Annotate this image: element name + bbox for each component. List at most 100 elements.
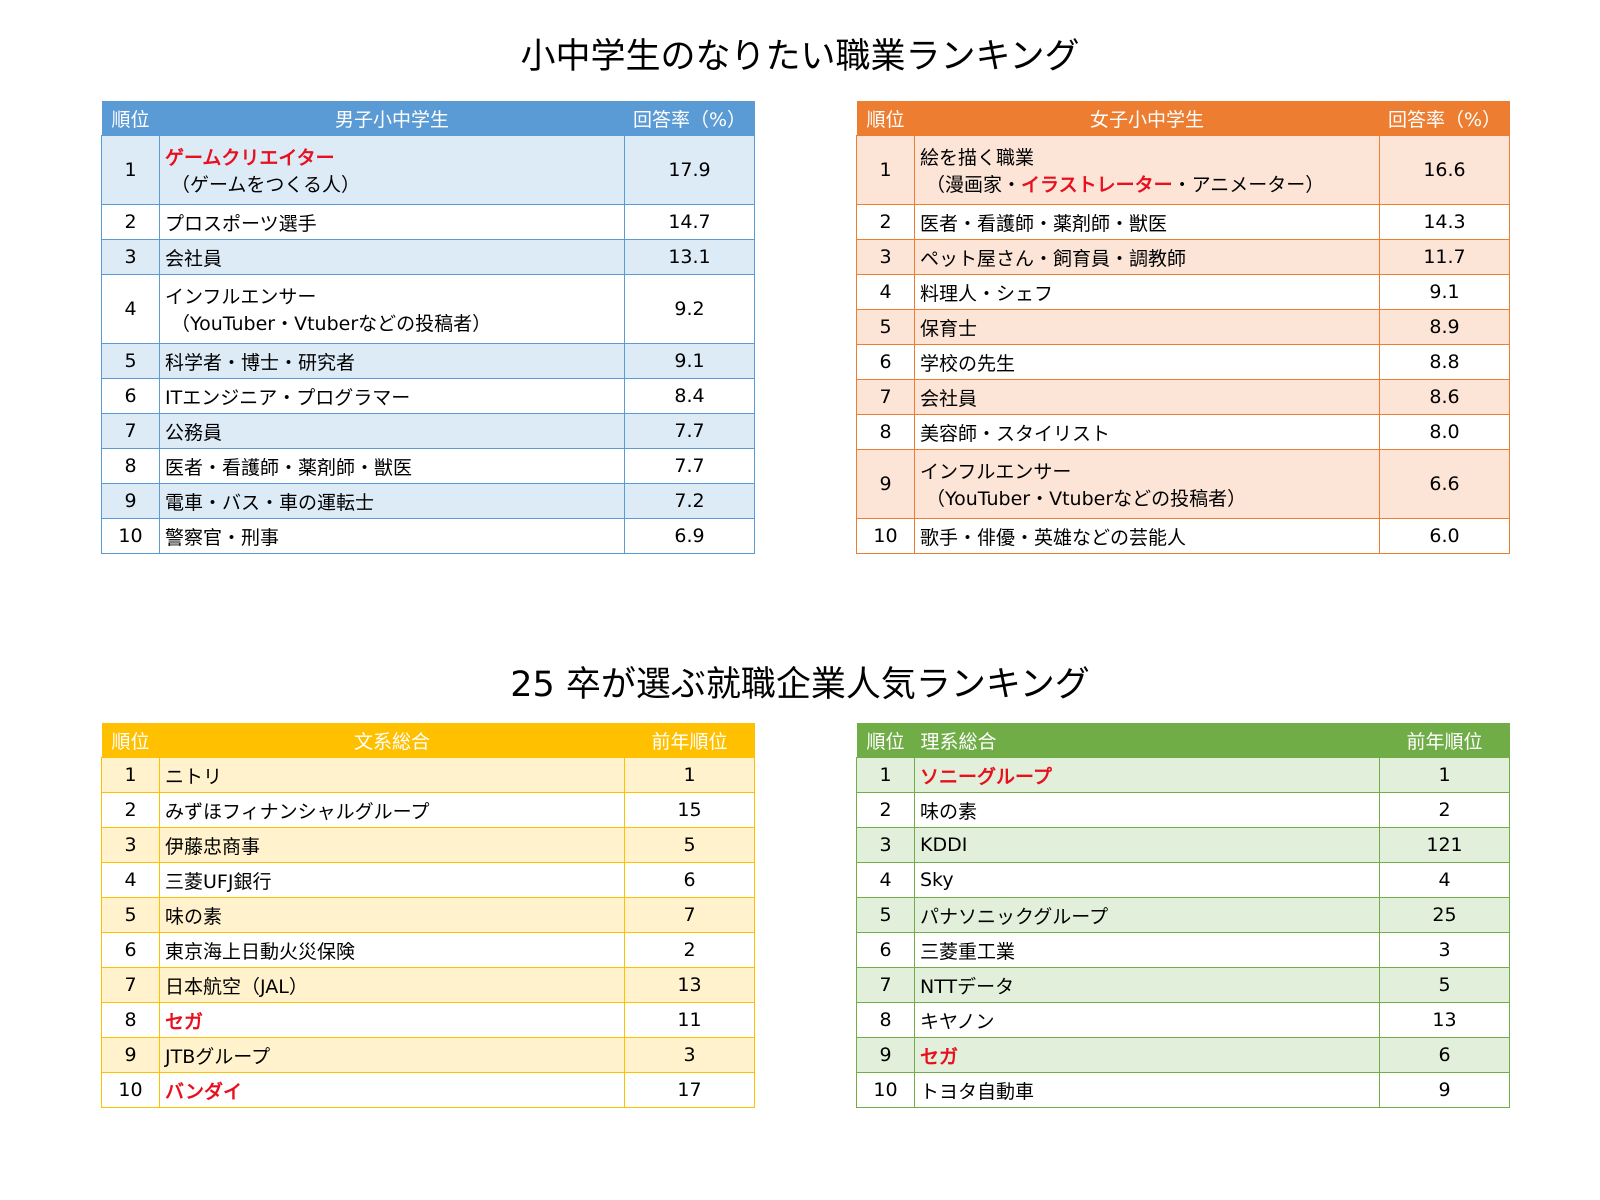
table-row: 9 セガ 6 xyxy=(856,1037,1510,1073)
value-cell: 6 xyxy=(1379,1037,1510,1073)
name-cell: セガ xyxy=(159,1002,625,1038)
value-cell: 14.7 xyxy=(624,204,755,240)
highlighted-name: イラストレーター xyxy=(1021,174,1173,196)
table-row: 8 医者・看護師・薬剤師・獣医 7.7 xyxy=(101,448,755,484)
header-rank: 順位 xyxy=(101,101,160,136)
value-cell: 5 xyxy=(624,827,755,863)
name-cell: 三菱UFJ銀行 xyxy=(159,862,625,898)
table-row: 1 ニトリ 1 xyxy=(101,757,755,793)
value-cell: 13 xyxy=(1379,1002,1510,1038)
name-main: インフルエンサー xyxy=(920,461,1072,483)
rank-cell: 8 xyxy=(101,1002,160,1038)
rank-cell: 7 xyxy=(856,379,915,415)
name-cell: 味の素 xyxy=(914,792,1380,828)
value-cell: 4 xyxy=(1379,862,1510,898)
table-row: 4 インフルエンサー （YouTuber・Vtuberなどの投稿者） 9.2 xyxy=(101,274,755,344)
rank-cell: 2 xyxy=(101,204,160,240)
girls-ranking-panel: 順位 女子小中学生 回答率（%） 1 絵を描く職業 （漫画家・イラストレーター・ア… xyxy=(856,101,1510,554)
subtext-prefix: （漫画家・ xyxy=(926,174,1022,196)
value-cell: 14.3 xyxy=(1379,204,1510,240)
table-row: 1 ゲームクリエイター （ゲームをつくる人） 17.9 xyxy=(101,135,755,205)
rank-cell: 1 xyxy=(101,135,160,205)
value-cell: 7.7 xyxy=(624,448,755,484)
table-header-row: 順位 女子小中学生 回答率（%） xyxy=(856,101,1510,136)
value-cell: 13.1 xyxy=(624,239,755,275)
table-row: 3 ペット屋さん・飼育員・調教師 11.7 xyxy=(856,239,1510,275)
rank-cell: 4 xyxy=(101,274,160,344)
name-cell: 美容師・スタイリスト xyxy=(914,414,1380,450)
table-header-row: 順位 文系総合 前年順位 xyxy=(101,723,755,758)
value-cell: 1 xyxy=(1379,757,1510,793)
value-cell: 6.0 xyxy=(1379,518,1510,554)
table-row: 8 美容師・スタイリスト 8.0 xyxy=(856,414,1510,450)
table-row: 3 伊藤忠商事 5 xyxy=(101,827,755,863)
name-cell: 味の素 xyxy=(159,897,625,933)
value-cell: 3 xyxy=(1379,932,1510,968)
value-cell: 11 xyxy=(624,1002,755,1038)
table-row: 3 KDDI 121 xyxy=(856,827,1510,863)
rank-cell: 10 xyxy=(101,1072,160,1108)
header-category: 文系総合 xyxy=(159,723,625,758)
rank-cell: 10 xyxy=(856,1072,915,1108)
table-row: 2 味の素 2 xyxy=(856,792,1510,828)
rank-cell: 9 xyxy=(856,449,915,519)
header-value: 回答率（%） xyxy=(1379,101,1510,136)
name-cell: ITエンジニア・プログラマー xyxy=(159,378,625,414)
rank-cell: 1 xyxy=(101,757,160,793)
name-subtext: （ゲームをつくる人） xyxy=(171,174,361,196)
girls-ranking-table: 順位 女子小中学生 回答率（%） 1 絵を描く職業 （漫画家・イラストレーター・ア… xyxy=(856,101,1510,554)
rank-cell: 3 xyxy=(101,239,160,275)
value-cell: 9.1 xyxy=(624,343,755,379)
table-row: 3 会社員 13.1 xyxy=(101,239,755,275)
sciences-ranking-table: 順位 理系総合 前年順位 1 ソニーグループ 1 2 味の素 2 3 KDDI … xyxy=(856,723,1510,1108)
rank-cell: 5 xyxy=(856,897,915,933)
header-rank: 順位 xyxy=(101,723,160,758)
value-cell: 8.4 xyxy=(624,378,755,414)
humanities-ranking-table: 順位 文系総合 前年順位 1 ニトリ 1 2 みずほフィナンシャルグループ 15… xyxy=(101,723,755,1108)
table-row: 9 JTBグループ 3 xyxy=(101,1037,755,1073)
header-category: 女子小中学生 xyxy=(914,101,1380,136)
name-cell: ニトリ xyxy=(159,757,625,793)
boys-ranking-panel: 順位 男子小中学生 回答率（%） 1 ゲームクリエイター （ゲームをつくる人） 1… xyxy=(101,101,755,554)
table-row: 4 料理人・シェフ 9.1 xyxy=(856,274,1510,310)
rank-cell: 6 xyxy=(856,344,915,380)
name-cell: 学校の先生 xyxy=(914,344,1380,380)
value-cell: 7.7 xyxy=(624,413,755,449)
value-cell: 8.6 xyxy=(1379,379,1510,415)
value-cell: 6.9 xyxy=(624,518,755,554)
name-cell: 電車・バス・車の運転士 xyxy=(159,483,625,519)
name-cell: 東京海上日動火災保険 xyxy=(159,932,625,968)
value-cell: 121 xyxy=(1379,827,1510,863)
table-row: 2 プロスポーツ選手 14.7 xyxy=(101,204,755,240)
rank-cell: 3 xyxy=(856,827,915,863)
table-row: 9 電車・バス・車の運転士 7.2 xyxy=(101,483,755,519)
value-cell: 6 xyxy=(624,862,755,898)
name-cell: KDDI xyxy=(914,827,1380,863)
name-cell: 会社員 xyxy=(159,239,625,275)
name-cell: 三菱重工業 xyxy=(914,932,1380,968)
table-row: 6 三菱重工業 3 xyxy=(856,932,1510,968)
rank-cell: 3 xyxy=(101,827,160,863)
header-value: 前年順位 xyxy=(624,723,755,758)
company-ranking-title: 25 卒が選ぶ就職企業人気ランキング xyxy=(510,665,1090,705)
rank-cell: 10 xyxy=(856,518,915,554)
name-cell: 伊藤忠商事 xyxy=(159,827,625,863)
table-row: 10 トヨタ自動車 9 xyxy=(856,1072,1510,1108)
value-cell: 11.7 xyxy=(1379,239,1510,275)
name-cell: 警察官・刑事 xyxy=(159,518,625,554)
name-cell: 料理人・シェフ xyxy=(914,274,1380,310)
name-cell: 医者・看護師・薬剤師・獣医 xyxy=(914,204,1380,240)
header-category: 理系総合 xyxy=(914,723,1380,758)
name-cell: バンダイ xyxy=(159,1072,625,1108)
table-row: 7 日本航空（JAL） 13 xyxy=(101,967,755,1003)
table-row: 5 科学者・博士・研究者 9.1 xyxy=(101,343,755,379)
rank-cell: 7 xyxy=(101,413,160,449)
rank-cell: 8 xyxy=(856,414,915,450)
name-cell: NTTデータ xyxy=(914,967,1380,1003)
value-cell: 25 xyxy=(1379,897,1510,933)
rank-cell: 4 xyxy=(856,862,915,898)
name-cell: プロスポーツ選手 xyxy=(159,204,625,240)
rank-cell: 9 xyxy=(856,1037,915,1073)
name-cell: セガ xyxy=(914,1037,1380,1073)
value-cell: 6.6 xyxy=(1379,449,1510,519)
